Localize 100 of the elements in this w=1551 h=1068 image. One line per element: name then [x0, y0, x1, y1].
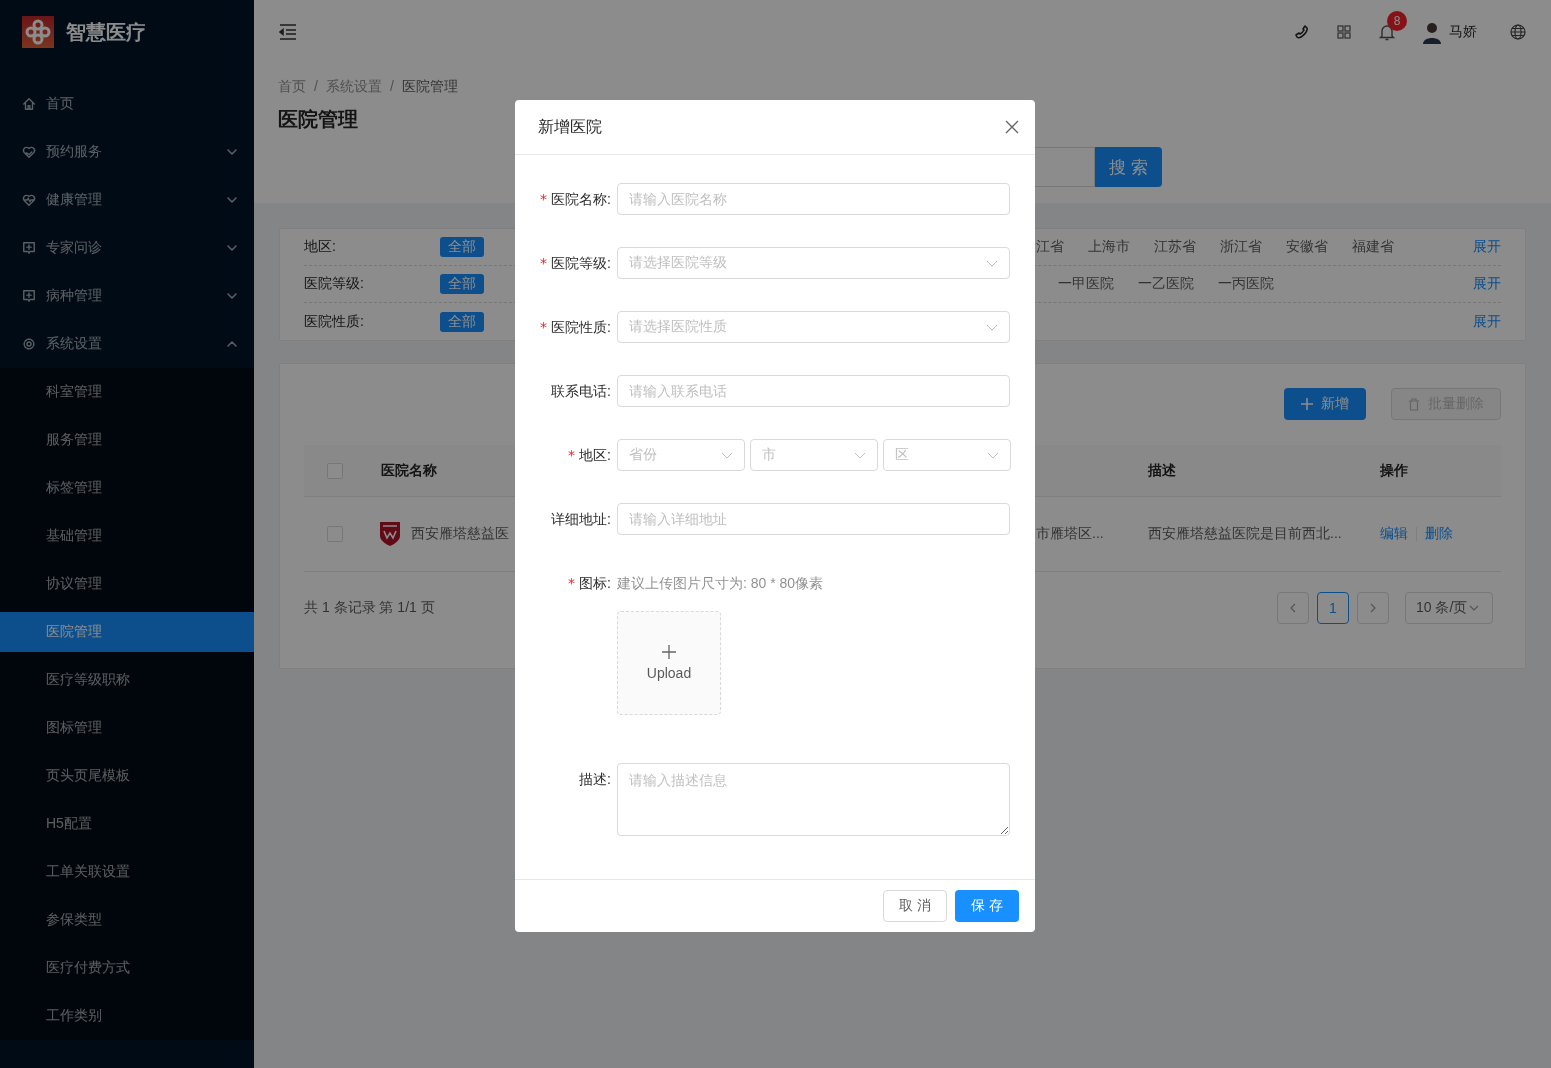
menu-item[interactable]: 科室管理 [0, 368, 254, 416]
column-header: 描述 [1148, 461, 1177, 480]
filter-option[interactable]: 江苏省 [1154, 238, 1196, 256]
chevron-down-icon [1469, 603, 1480, 613]
form-label: 医院等级: [551, 254, 611, 273]
cancel-button[interactable]: 取 消 [883, 890, 947, 922]
globe-icon[interactable] [1510, 24, 1526, 40]
edit-link[interactable]: 编辑 [1380, 525, 1408, 543]
menu-item[interactable]: 基础管理 [0, 512, 254, 560]
select-field[interactable]: 请选择医院性质 [617, 311, 1010, 343]
menu-item[interactable]: 首页 [0, 80, 254, 128]
breadcrumb-current: 医院管理 [401, 78, 458, 96]
add-button[interactable]: 新增 [1284, 388, 1366, 420]
menu-item[interactable]: 医疗等级职称 [0, 656, 254, 704]
chevron-right-icon [1368, 603, 1378, 613]
phone-icon[interactable] [1294, 24, 1310, 40]
column-header: 医院名称 [380, 461, 438, 480]
menu-item[interactable]: 预约服务 [0, 128, 254, 176]
menu-item[interactable]: 系统设置 [0, 320, 254, 368]
breadcrumb-separator: / [314, 78, 318, 96]
menu-item[interactable]: 专家问诊 [0, 224, 254, 272]
upload-hint: 建议上传图片尺寸为: 80 * 80像素 [617, 574, 824, 593]
form-label: 图标: [579, 574, 611, 593]
filter-tag[interactable]: 全部 [440, 311, 484, 332]
menu-item[interactable]: 参保类型 [0, 896, 254, 944]
input-field[interactable]: 请输入联系电话 [617, 375, 1010, 407]
menu-item[interactable]: 医疗付费方式 [0, 944, 254, 992]
form-label: 联系电话: [551, 382, 611, 401]
breadcrumb-link[interactable]: 首页 [278, 78, 306, 96]
text-area[interactable]: 请输入描述信息 [617, 763, 1010, 836]
grid-icon[interactable] [1336, 24, 1352, 40]
page-title: 医院管理 [278, 107, 358, 132]
breadcrumb-link[interactable]: 系统设置 [325, 78, 382, 96]
menu-item[interactable]: H5配置 [0, 800, 254, 848]
menu-fold-icon[interactable] [279, 24, 297, 40]
menu-item[interactable]: 病种管理 [0, 272, 254, 320]
select-field[interactable]: 省份 [617, 439, 745, 471]
notification-badge: 8 [1387, 11, 1407, 31]
expand-link[interactable]: 展开 [1473, 312, 1501, 331]
page-button[interactable]: 1 [1317, 592, 1349, 624]
menu-item[interactable]: 工作类别 [0, 992, 254, 1040]
save-button[interactable]: 保 存 [955, 890, 1019, 922]
form-label: 医院性质: [551, 318, 611, 337]
menu-item[interactable]: 协议管理 [0, 560, 254, 608]
required-mark: * [568, 446, 576, 465]
filter-option[interactable]: 一丙医院 [1218, 275, 1274, 293]
filter-option[interactable]: 福建省 [1352, 238, 1394, 256]
required-mark: * [568, 574, 576, 593]
page-size-select[interactable]: 10 条/页 [1405, 592, 1493, 624]
table-cell-text: 市雁塔区... [1036, 525, 1105, 543]
chevron-left-icon [1288, 603, 1298, 613]
form-label: 描述: [579, 770, 611, 789]
menu-item[interactable]: 健康管理 [0, 176, 254, 224]
shield-icon [379, 521, 401, 547]
menu-item[interactable]: 工单关联设置 [0, 848, 254, 896]
menu-item[interactable]: 图标管理 [0, 704, 254, 752]
avatar-icon [1421, 20, 1443, 44]
plus-icon [662, 645, 676, 659]
search-button[interactable]: 搜 索 [1095, 147, 1162, 187]
filter-label: 地区: [304, 238, 337, 256]
bell-icon[interactable] [1378, 23, 1396, 41]
logo-icon [22, 16, 54, 48]
menu-item[interactable]: 标签管理 [0, 464, 254, 512]
filter-option[interactable]: 一乙医院 [1138, 275, 1194, 293]
required-mark: * [540, 190, 548, 209]
breadcrumb-separator: / [389, 78, 394, 96]
filter-option[interactable]: 一甲医院 [1058, 275, 1114, 293]
required-mark: * [540, 254, 548, 273]
delete-link[interactable]: 删除 [1425, 525, 1453, 543]
form-label: 详细地址: [551, 510, 611, 529]
filter-tag[interactable]: 全部 [440, 274, 484, 294]
table-cell-text: 西安雁塔慈益医院是目前西北... [1148, 525, 1343, 543]
filter-option[interactable]: 上海市 [1088, 238, 1130, 256]
input-field[interactable]: 请输入医院名称 [617, 183, 1010, 215]
menu-item[interactable]: 页头页尾模板 [0, 752, 254, 800]
select-field[interactable]: 区 [883, 439, 1011, 471]
select-field[interactable]: 请选择医院等级 [617, 247, 1010, 279]
form-label: 地区: [579, 446, 611, 465]
filter-label: 医院性质: [304, 312, 365, 331]
input-field[interactable]: 请输入详细地址 [617, 503, 1010, 535]
upload-button[interactable]: Upload [617, 611, 721, 715]
user-name[interactable]: 马娇 [1449, 23, 1477, 41]
record-summary: 共 1 条记录 第 1/1 页 [304, 599, 436, 617]
column-header: 操作 [1380, 461, 1409, 480]
menu-item[interactable]: 服务管理 [0, 416, 254, 464]
expand-link[interactable]: 展开 [1473, 275, 1501, 293]
filter-option[interactable]: 江省 [1036, 238, 1064, 256]
plus-icon [1301, 398, 1313, 410]
expand-link[interactable]: 展开 [1473, 238, 1501, 256]
filter-option[interactable]: 浙江省 [1220, 238, 1262, 256]
filter-option[interactable]: 安徽省 [1286, 238, 1328, 256]
filter-label: 医院等级: [304, 275, 365, 293]
form-label: 医院名称: [551, 190, 611, 209]
close-icon[interactable] [1005, 120, 1019, 134]
menu-item[interactable]: 医院管理 [0, 612, 254, 652]
select-field[interactable]: 市 [750, 439, 878, 471]
filter-tag[interactable]: 全部 [440, 237, 484, 257]
app-title: 智慧医疗 [66, 19, 146, 45]
dialog-title: 新增医院 [538, 116, 603, 137]
table-cell: 西安雁塔慈益医 [411, 525, 509, 543]
